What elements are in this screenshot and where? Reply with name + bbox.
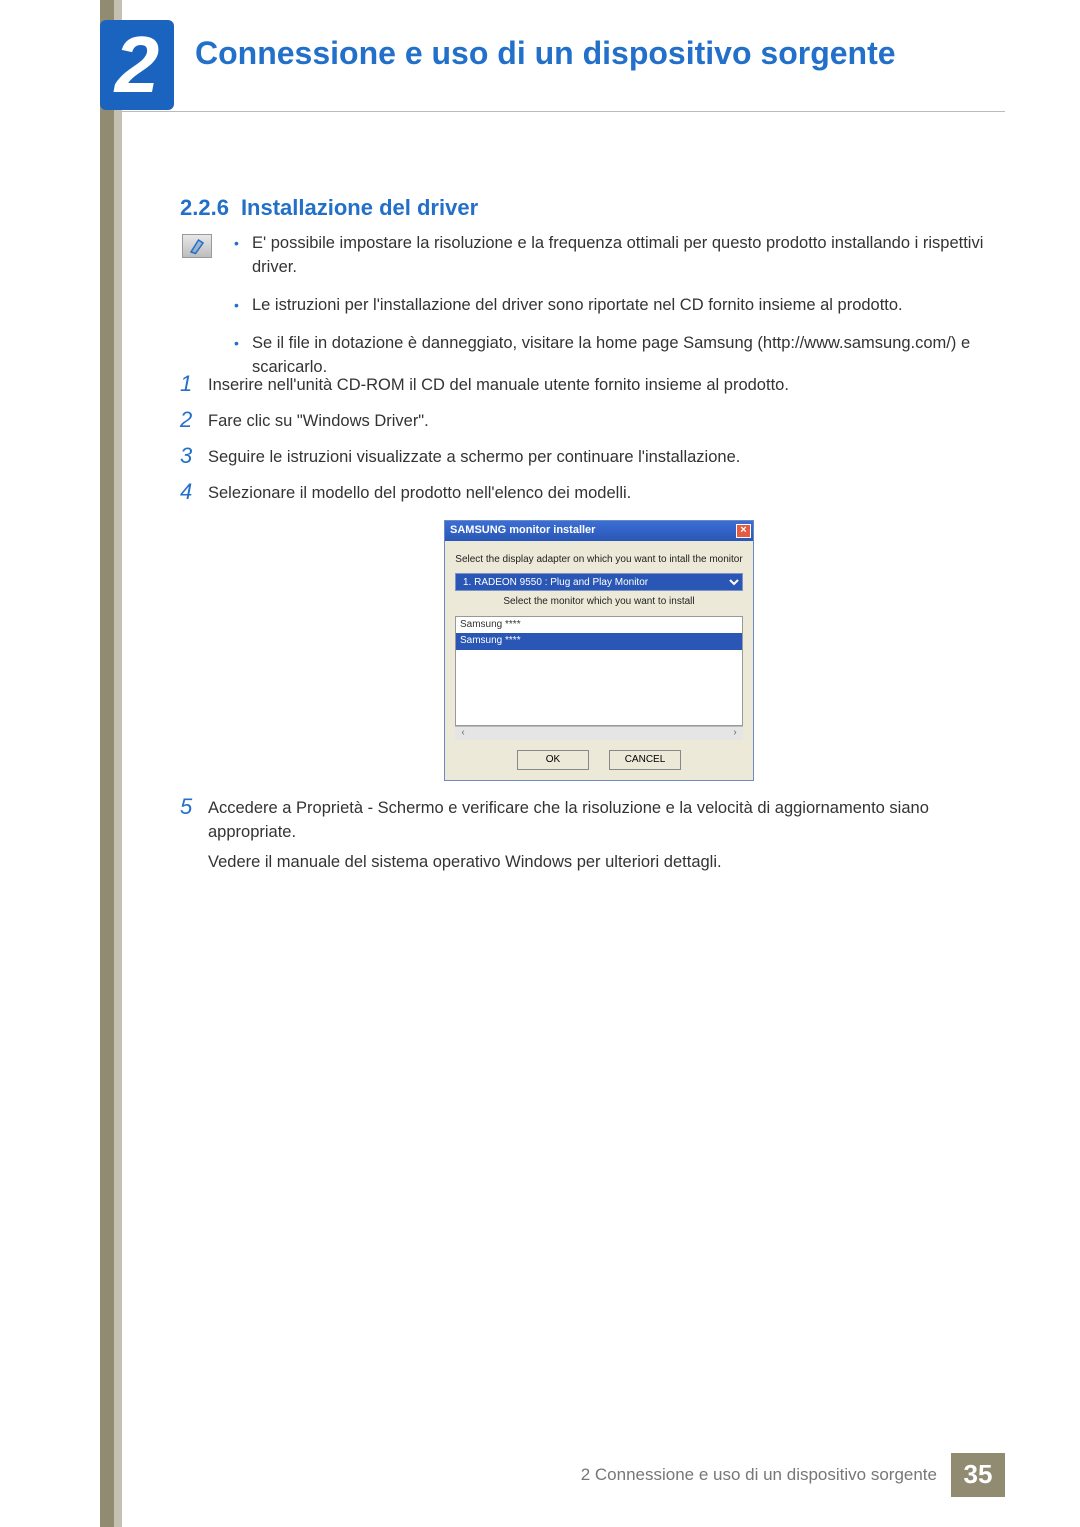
horizontal-scrollbar[interactable]: ‹ › [455, 726, 743, 740]
list-item[interactable]: Samsung **** [456, 617, 742, 634]
step-1: 1 Inserire nell'unità CD-ROM il CD del m… [180, 372, 990, 398]
step-3: 3 Seguire le istruzioni visualizzate a s… [180, 444, 990, 470]
installer-titlebar: SAMSUNG monitor installer × [445, 521, 753, 541]
page-number: 35 [951, 1453, 1005, 1497]
step-text: Accedere a Proprietà - Schermo e verific… [208, 795, 990, 875]
note-item: E' possibile impostare la risoluzione e … [232, 232, 990, 280]
ok-button[interactable]: OK [517, 750, 589, 770]
installer-label-adapter: Select the display adapter on which you … [455, 553, 743, 568]
note-block: E' possibile impostare la risoluzione e … [232, 232, 990, 394]
step-number: 2 [180, 408, 208, 434]
monitor-listbox[interactable]: Samsung **** Samsung **** [455, 616, 743, 726]
adapter-select[interactable]: 1. RADEON 9550 : Plug and Play Monitor [455, 573, 743, 591]
list-item[interactable]: Samsung **** [456, 633, 742, 650]
header-underline [122, 111, 1005, 112]
scroll-left-icon[interactable]: ‹ [456, 726, 470, 741]
step-number: 5 [180, 795, 208, 875]
scroll-right-icon[interactable]: › [728, 726, 742, 741]
step-text: Inserire nell'unità CD-ROM il CD del man… [208, 372, 990, 398]
step-5: 5 Accedere a Proprietà - Schermo e verif… [180, 795, 990, 875]
step-number: 3 [180, 444, 208, 470]
installer-label-monitor: Select the monitor which you want to ins… [455, 595, 743, 610]
step-5-extra: Vedere il manuale del sistema operativo … [208, 851, 990, 875]
note-item: Le istruzioni per l'installazione del dr… [232, 294, 990, 318]
step-4: 4 Selezionare il modello del prodotto ne… [180, 480, 990, 506]
steps-list: 1 Inserire nell'unità CD-ROM il CD del m… [180, 372, 990, 884]
step-text: Fare clic su "Windows Driver". [208, 408, 990, 434]
section-title: Installazione del driver [241, 195, 478, 220]
close-icon[interactable]: × [736, 524, 751, 538]
step-number: 1 [180, 372, 208, 398]
installer-screenshot: SAMSUNG monitor installer × Select the d… [208, 520, 990, 781]
step-2: 2 Fare clic su "Windows Driver". [180, 408, 990, 434]
section-number: 2.2.6 [180, 195, 229, 220]
step-text: Selezionare il modello del prodotto nell… [208, 480, 990, 506]
chapter-badge: 2 [100, 20, 174, 110]
chapter-title: Connessione e uso di un dispositivo sorg… [195, 30, 896, 76]
section-heading: 2.2.6 Installazione del driver [180, 192, 478, 224]
cancel-button[interactable]: CANCEL [609, 750, 681, 770]
footer-text: 2 Connessione e uso di un dispositivo so… [581, 1453, 951, 1497]
installer-window: SAMSUNG monitor installer × Select the d… [444, 520, 754, 781]
page-footer: 2 Connessione e uso di un dispositivo so… [122, 1453, 1005, 1497]
step-number: 4 [180, 480, 208, 506]
side-accent-bar-light [114, 0, 122, 1527]
step-text: Seguire le istruzioni visualizzate a sch… [208, 444, 990, 470]
note-icon [182, 234, 212, 258]
side-accent-bar [100, 0, 114, 1527]
installer-title: SAMSUNG monitor installer [450, 523, 595, 539]
